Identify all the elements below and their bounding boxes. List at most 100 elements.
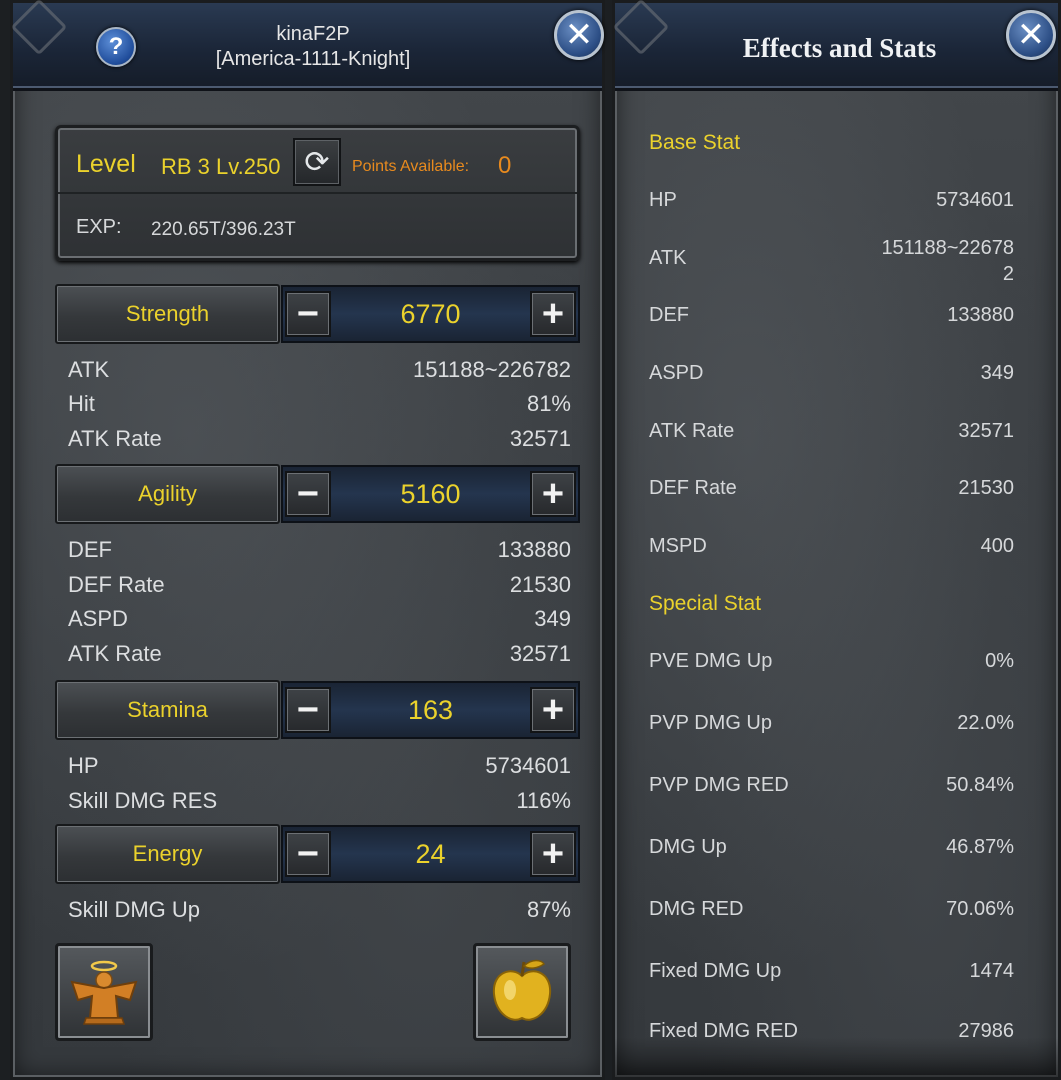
effect-value: 5734601 <box>485 753 571 778</box>
level-value: RB 3 Lv.250 <box>161 154 281 179</box>
angel-statue-slot[interactable] <box>55 943 153 1041</box>
energy-row: Energy − 24 + <box>55 824 580 884</box>
agility-effect-row: ATK Rate 32571 <box>68 641 571 671</box>
angel-statue-icon <box>70 960 138 1025</box>
bottom-ornament <box>615 1037 1058 1077</box>
close-button[interactable]: ✕ <box>554 10 604 60</box>
stamina-stepper: − 163 + <box>281 681 580 739</box>
level-row: Level RB 3 Lv.250 ⟳ Points Available: 0 <box>58 128 577 194</box>
panel-header: ? kinaF2P [America-1111-Knight] ✕ <box>10 0 604 91</box>
stat-value: 46.87% <box>946 836 1014 858</box>
stat-value: 133880 <box>947 304 1014 326</box>
energy-plus-button[interactable]: + <box>530 831 576 877</box>
stat-label: DEF <box>649 304 689 326</box>
player-server: [America-1111-Knight] <box>215 48 411 70</box>
stamina-effect-row: Skill DMG RES 116% <box>68 788 571 818</box>
effect-value: 21530 <box>509 572 571 597</box>
strength-label: Strength <box>55 284 280 344</box>
effect-value: 87% <box>526 897 571 922</box>
agility-effect-row: ASPD 349 <box>68 606 571 636</box>
reset-button[interactable]: ⟳ <box>293 138 341 186</box>
stat-value: 22.0% <box>957 712 1014 734</box>
minus-icon: − <box>296 293 320 335</box>
plus-icon: + <box>541 293 565 335</box>
effect-label: Skill DMG RES <box>68 788 218 813</box>
effect-value: 349 <box>534 606 571 631</box>
stat-label: PVP DMG Up <box>649 712 772 734</box>
stat-label: DMG RED <box>649 898 744 920</box>
stat-label: PVP DMG RED <box>649 774 789 796</box>
strength-minus-button[interactable]: − <box>285 291 331 337</box>
agility-minus-button[interactable]: − <box>285 471 331 517</box>
stat-value: 151188~226782 <box>881 237 1014 285</box>
energy-stepper: − 24 + <box>281 825 580 883</box>
stats-scroll-area[interactable]: Base Stat HP 5734601 ATK 151188~226782 D… <box>615 91 1061 1038</box>
minus-icon: − <box>296 689 320 731</box>
close-icon: ✕ <box>564 16 594 54</box>
agility-effect-row: DEF Rate 21530 <box>68 572 571 602</box>
agility-stepper: − 5160 + <box>281 465 580 523</box>
stat-value: 27986 <box>958 1020 1014 1038</box>
plus-icon: + <box>541 473 565 515</box>
energy-minus-button[interactable]: − <box>285 831 331 877</box>
effect-label: ATK Rate <box>68 426 162 451</box>
exp-label: EXP: <box>76 216 122 238</box>
refresh-icon: ⟳ <box>304 145 330 179</box>
points-available-label: Points Available: <box>352 158 470 175</box>
stamina-effect-row: HP 5734601 <box>68 753 571 783</box>
stat-label: PVE DMG Up <box>649 650 773 672</box>
special-stat-title: Special Stat <box>649 592 762 615</box>
exp-value: 220.65T/396.23T <box>151 219 296 240</box>
level-label: Level <box>76 150 136 178</box>
attributes-panel: ? kinaF2P [America-1111-Knight] ✕ Level … <box>10 0 605 1080</box>
strength-effect-row: ATK Rate 32571 <box>68 426 571 456</box>
stat-value: 50.84% <box>946 774 1014 796</box>
stat-label: ATK Rate <box>649 420 735 442</box>
stat-label: Fixed DMG RED <box>649 1020 798 1038</box>
agility-value: 5160 <box>400 478 461 509</box>
stat-value: 32571 <box>958 420 1014 442</box>
effect-value: 151188~226782 <box>412 357 571 382</box>
golden-apple-slot[interactable] <box>473 943 571 1041</box>
stamina-minus-button[interactable]: − <box>285 687 331 733</box>
effect-label: ASPD <box>68 606 128 631</box>
stat-value: 0% <box>985 650 1014 672</box>
effect-label: DEF <box>68 537 112 562</box>
stat-label: DEF Rate <box>649 477 737 499</box>
effects-and-stats-panel: Effects and Stats ✕ Base Stat HP 5734601… <box>612 0 1061 1080</box>
effect-value: 133880 <box>497 537 571 562</box>
plus-icon: + <box>541 689 565 731</box>
effect-label: ATK Rate <box>68 641 162 666</box>
effect-value: 81% <box>526 391 571 416</box>
energy-label: Energy <box>55 824 280 884</box>
strength-plus-button[interactable]: + <box>530 291 576 337</box>
close-icon: ✕ <box>1016 16 1046 54</box>
strength-row: Strength − 6770 + <box>55 284 580 344</box>
stat-value: 5734601 <box>936 189 1014 211</box>
strength-effect-row: Hit 81% <box>68 391 571 421</box>
stat-label: ATK <box>649 247 687 269</box>
stat-label: ASPD <box>649 362 704 384</box>
stat-label: MSPD <box>649 535 707 557</box>
stat-label: Fixed DMG Up <box>649 960 782 982</box>
stat-value: 1474 <box>969 960 1015 982</box>
player-name: kinaF2P <box>276 23 350 45</box>
agility-plus-button[interactable]: + <box>530 471 576 517</box>
close-button[interactable]: ✕ <box>1006 10 1056 60</box>
energy-effect-row: Skill DMG Up 87% <box>68 897 571 927</box>
stat-value: 349 <box>980 362 1014 384</box>
golden-apple-icon <box>492 959 552 1021</box>
base-stat-title: Base Stat <box>649 131 741 154</box>
stat-label: DMG Up <box>649 836 727 858</box>
stamina-label: Stamina <box>55 680 280 740</box>
stamina-value: 163 <box>407 694 454 725</box>
effect-value: 32571 <box>509 641 571 666</box>
stamina-plus-button[interactable]: + <box>530 687 576 733</box>
agility-row: Agility − 5160 + <box>55 464 580 524</box>
minus-icon: − <box>296 833 320 875</box>
effect-value: 116% <box>516 788 571 813</box>
energy-value: 24 <box>415 838 446 869</box>
stat-value: 21530 <box>958 477 1014 499</box>
panel-title: Effects and Stats <box>742 33 937 63</box>
effect-value: 32571 <box>509 426 571 451</box>
